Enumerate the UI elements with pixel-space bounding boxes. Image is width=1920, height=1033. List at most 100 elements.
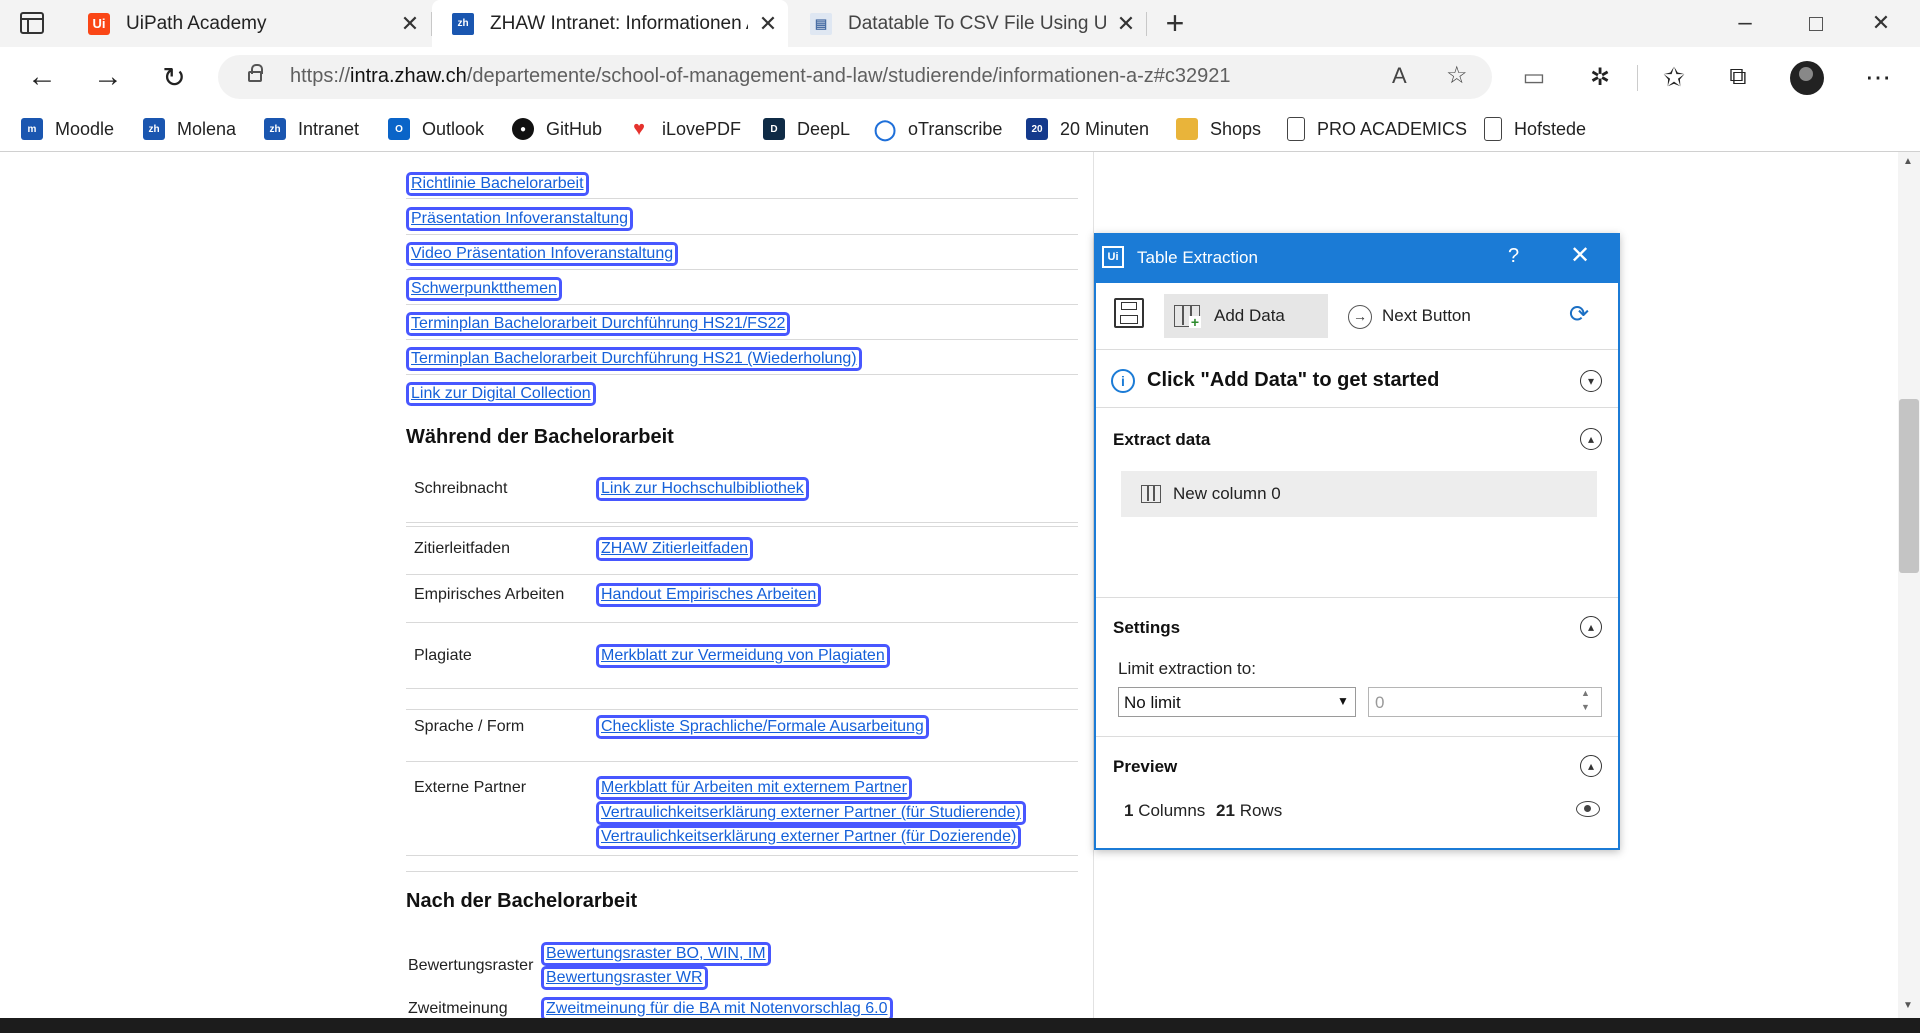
stepper-down-icon[interactable]: ▼: [1581, 702, 1590, 712]
close-tab-icon[interactable]: ✕: [1106, 11, 1146, 37]
link-item[interactable]: Terminplan Bachelorarbeit Durchführung H…: [406, 312, 791, 336]
limit-value-stepper[interactable]: 0 ▲ ▼: [1368, 687, 1602, 717]
link-richtlinie[interactable]: Richtlinie Bachelorarbeit: [406, 172, 589, 196]
read-aloud-icon[interactable]: A: [1392, 63, 1407, 89]
bookmark-label: Intranet: [298, 118, 360, 139]
link-digital-collection[interactable]: Link zur Digital Collection: [406, 382, 596, 406]
link-merkblatt-externer-partner[interactable]: Merkblatt für Arbeiten mit externem Part…: [596, 776, 912, 800]
more-menu-icon[interactable]: ⋯: [1858, 57, 1898, 97]
link-item[interactable]: Präsentation Infoveranstaltung: [406, 207, 634, 231]
next-button-option[interactable]: → Next Button: [1346, 294, 1496, 338]
link-zweitmeinung[interactable]: Zweitmeinung für die BA mit Notenvorschl…: [541, 997, 893, 1018]
close-tab-icon[interactable]: ✕: [748, 11, 788, 37]
favorite-star-icon[interactable]: ☆: [1446, 61, 1468, 90]
bookmark-github[interactable]: ● GitHub: [512, 115, 602, 143]
link-vertraulichkeit-dozierende[interactable]: Vertraulichkeitserklärung externer Partn…: [596, 825, 1022, 849]
link-item[interactable]: Schwerpunktthemen: [406, 277, 562, 301]
collections-icon[interactable]: ⧉: [1718, 57, 1758, 97]
link-schwerpunktthemen[interactable]: Schwerpunktthemen: [406, 277, 562, 301]
extensions-icon[interactable]: ✲: [1580, 57, 1620, 97]
bookmark-intranet[interactable]: zh Intranet: [264, 115, 359, 143]
bookmark-moodle[interactable]: m Moodle: [21, 115, 114, 143]
bookmark-shops[interactable]: Shops: [1176, 115, 1261, 143]
link-item[interactable]: Link zur Digital Collection: [406, 382, 596, 406]
column-item[interactable]: New column 0: [1121, 471, 1597, 517]
tab-uipath-academy[interactable]: Ui UiPath Academy ✕: [68, 0, 430, 47]
link-vertraulichkeit-studierende[interactable]: Vertraulichkeitserklärung externer Partn…: [596, 801, 1026, 825]
url-path: /departemente/school-of-management-and-l…: [466, 65, 1231, 87]
next-button-label: Next Button: [1382, 306, 1471, 325]
link-merkblatt-plagiate[interactable]: Merkblatt zur Vermeidung von Plagiaten: [596, 644, 890, 668]
next-button-icon: →: [1348, 305, 1372, 329]
link-item[interactable]: Video Präsentation Infoveranstaltung: [406, 242, 679, 266]
bookmark-hofstede[interactable]: Hofstede: [1484, 115, 1586, 143]
bookmark-otranscribe[interactable]: ◯ oTranscribe: [874, 115, 1003, 143]
limit-dropdown[interactable]: No limit ▼: [1118, 687, 1356, 717]
bookmark-label: PRO ACADEMICS: [1317, 118, 1468, 139]
deepl-icon: D: [763, 118, 785, 140]
bookmark-outlook[interactable]: O Outlook: [388, 115, 484, 143]
tab-datatable-csv[interactable]: ▤ Datatable To CSV File Using UiPa ✕: [790, 0, 1146, 47]
info-text: Click "Add Data" to get started: [1147, 369, 1440, 391]
scroll-down-icon[interactable]: ▼: [1903, 1000, 1913, 1011]
close-window-button[interactable]: ✕: [1866, 8, 1896, 38]
bookmark-ilovepdf[interactable]: ♥ iLovePDF: [628, 115, 741, 143]
close-dialog-button[interactable]: ✕: [1570, 241, 1590, 270]
settings-title: Settings: [1113, 618, 1181, 637]
bookmark-pro-academics[interactable]: PRO ACADEMICS: [1287, 115, 1467, 143]
address-toolbar: ← → ↻ https://intra.zhaw.ch/departemente…: [0, 47, 1920, 107]
collapse-preview-icon[interactable]: ▴: [1580, 755, 1602, 777]
link-video[interactable]: Video Präsentation Infoveranstaltung: [406, 242, 679, 266]
profile-avatar[interactable]: [1790, 61, 1824, 95]
stepper-up-icon[interactable]: ▲: [1581, 688, 1590, 698]
table-extraction-dialog: Ui Table Extraction ? ✕ + Add Data → Nex…: [1094, 233, 1620, 850]
vertical-scrollbar[interactable]: ▲ ▼: [1898, 152, 1920, 1018]
link-hochschulbibliothek[interactable]: Link zur Hochschulbibliothek: [596, 477, 809, 501]
help-button[interactable]: ?: [1508, 245, 1519, 268]
link-terminplan-hs21-fs22[interactable]: Terminplan Bachelorarbeit Durchführung H…: [406, 312, 791, 336]
link-item[interactable]: Terminplan Bachelorarbeit Durchführung H…: [406, 347, 862, 371]
limit-label: Limit extraction to:: [1118, 659, 1256, 678]
forward-button[interactable]: →: [88, 57, 128, 97]
collapse-settings-icon[interactable]: ▴: [1580, 616, 1602, 638]
scrollbar-thumb[interactable]: [1899, 399, 1919, 573]
link-bewertungsraster-bo-win-im[interactable]: Bewertungsraster BO, WIN, IM: [541, 942, 771, 966]
refresh-button[interactable]: ↻: [154, 57, 194, 97]
address-bar[interactable]: https://intra.zhaw.ch/departemente/schoo…: [218, 55, 1492, 99]
new-tab-button[interactable]: +: [1158, 4, 1192, 42]
link-bewertungsraster-wr[interactable]: Bewertungsraster WR: [541, 966, 708, 990]
link-checkliste-sprachliche[interactable]: Checkliste Sprachliche/Formale Ausarbeit…: [596, 715, 929, 739]
preview-summary: 1 Columns 21 Rows: [1124, 801, 1282, 821]
save-icon[interactable]: [1114, 298, 1144, 328]
link-terminplan-wiederholung[interactable]: Terminplan Bachelorarbeit Durchführung H…: [406, 347, 862, 371]
preview-eye-icon[interactable]: [1576, 801, 1600, 817]
close-tab-icon[interactable]: ✕: [390, 11, 430, 37]
tab-divider: [1146, 12, 1147, 36]
tab-zhaw-intranet[interactable]: zh ZHAW Intranet: Informationen A ✕: [432, 0, 788, 47]
restore-button[interactable]: [1800, 8, 1830, 38]
link-handout-empirisches[interactable]: Handout Empirisches Arbeiten: [596, 583, 822, 607]
refresh-selection-icon[interactable]: ⟳: [1564, 301, 1594, 329]
link-item[interactable]: Richtlinie Bachelorarbeit: [406, 172, 589, 196]
collapse-extract-icon[interactable]: ▴: [1580, 428, 1602, 450]
row-label-bewertungsraster: Bewertungsraster: [408, 957, 534, 974]
bookmark-molena[interactable]: zh Molena: [143, 115, 236, 143]
dialog-titlebar[interactable]: Ui Table Extraction ? ✕: [1096, 235, 1618, 283]
uipath-icon: Ui: [88, 12, 110, 35]
minimize-button[interactable]: –: [1730, 8, 1760, 38]
favorites-icon[interactable]: ✩: [1654, 57, 1694, 97]
back-button[interactable]: ←: [22, 57, 62, 97]
scroll-up-icon[interactable]: ▲: [1903, 156, 1913, 167]
add-data-button[interactable]: + Add Data: [1164, 294, 1328, 338]
tab-actions-icon[interactable]: [20, 12, 44, 34]
page-icon[interactable]: ▭: [1514, 57, 1554, 97]
link-praesentation[interactable]: Präsentation Infoveranstaltung: [406, 207, 634, 231]
rows-label: Rows: [1239, 801, 1283, 820]
expand-info-icon[interactable]: ▾: [1580, 370, 1602, 392]
url-text[interactable]: https://intra.zhaw.ch/departemente/schoo…: [290, 65, 1231, 88]
document-icon: ▤: [810, 12, 832, 35]
bookmark-deepl[interactable]: D DeepL: [763, 115, 850, 143]
dialog-title: Table Extraction: [1137, 248, 1258, 267]
link-zitierleitfaden[interactable]: ZHAW Zitierleitfaden: [596, 537, 753, 561]
bookmark-20-minuten[interactable]: 20 20 Minuten: [1026, 115, 1149, 143]
